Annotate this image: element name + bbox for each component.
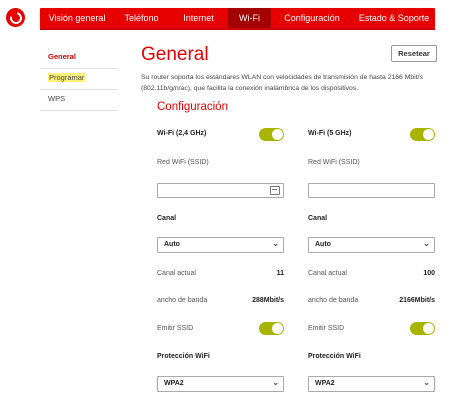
protection-label: Protección WiFi [308, 353, 361, 360]
wifi-5ghz-toggle[interactable] [410, 128, 435, 141]
current-channel-row: Canal actual 11 [157, 270, 284, 277]
sidebar-item-programar[interactable]: Programar [40, 69, 118, 90]
toggle-knob [423, 129, 434, 140]
protection-select-value: WPA2 [164, 380, 184, 387]
ssid-label: Red WiFi (SSID) [308, 159, 360, 166]
channel-label: Canal [157, 215, 177, 222]
tab-wifi[interactable]: Wi-Fi [228, 8, 271, 28]
channel-label: Canal [308, 215, 328, 222]
bandwidth-value: 2166Mbit/s [399, 297, 435, 304]
current-channel-label: Canal actual [308, 270, 347, 277]
broadcast-ssid-5ghz-toggle[interactable] [410, 322, 435, 335]
toggle-knob [423, 323, 434, 334]
toggle-knob [272, 323, 283, 334]
bandwidth-label: ancho de banda [157, 297, 208, 304]
protection-label: Protección WiFi [157, 353, 210, 360]
channel-select-5ghz[interactable]: Auto ⌄ [308, 237, 435, 253]
tab-internet[interactable]: Internet [169, 8, 228, 28]
protection-select-value: WPA2 [315, 380, 335, 387]
reset-button[interactable]: Resetear [391, 45, 437, 62]
sidebar-item-label: WPS [48, 94, 66, 103]
page-description: Su router soporta los estándares WLAN co… [141, 74, 423, 92]
wifi-24ghz-toggle[interactable] [259, 128, 284, 141]
ssid-input-24ghz[interactable] [157, 183, 284, 198]
bandwidth-row: ancho de banda 2166Mbit/s [308, 297, 435, 304]
sidebar-item-label: Programar [48, 73, 86, 82]
chevron-down-icon: ⌄ [423, 239, 430, 248]
channel-select-value: Auto [164, 241, 180, 248]
chevron-down-icon: ⌄ [272, 378, 279, 387]
channel-select-value: Auto [315, 241, 331, 248]
section-title: Configuración [157, 101, 228, 113]
bandwidth-value: 288Mbit/s [252, 297, 284, 304]
current-channel-value: 100 [423, 270, 435, 277]
keyboard-icon[interactable] [270, 186, 280, 195]
current-channel-row: Canal actual 100 [308, 270, 435, 277]
broadcast-ssid-24ghz-toggle[interactable] [259, 322, 284, 335]
current-channel-label: Canal actual [157, 270, 196, 277]
sidebar-item-label: General [48, 52, 76, 61]
tab-vision-general[interactable]: Visión general [40, 8, 114, 28]
top-navigation: Visión general Teléfono Internet Wi-Fi C… [40, 8, 435, 28]
tab-estado-soporte[interactable]: Estado & Soporte [353, 8, 435, 28]
toggle-knob [272, 129, 283, 140]
protection-select-5ghz[interactable]: WPA2 ⌄ [308, 376, 435, 392]
tab-telefono[interactable]: Teléfono [114, 8, 169, 28]
ssid-label: Red WiFi (SSID) [157, 159, 209, 166]
sidebar-item-wps[interactable]: WPS [40, 90, 118, 111]
bandwidth-row: ancho de banda 288Mbit/s [157, 297, 284, 304]
sidebar: General Programar WPS [40, 48, 118, 111]
tab-configuracion[interactable]: Configuración [271, 8, 353, 28]
chevron-down-icon: ⌄ [423, 378, 430, 387]
protection-select-24ghz[interactable]: WPA2 ⌄ [157, 376, 284, 392]
channel-select-24ghz[interactable]: Auto ⌄ [157, 237, 284, 253]
nav-underline [40, 28, 435, 30]
current-channel-value: 11 [276, 270, 284, 277]
logo-mark [7, 9, 24, 26]
page-title: General [141, 44, 209, 65]
vodafone-logo[interactable] [6, 8, 25, 27]
chevron-down-icon: ⌄ [272, 239, 279, 248]
sidebar-item-general[interactable]: General [40, 48, 118, 69]
ssid-input-5ghz[interactable] [308, 183, 435, 198]
bandwidth-label: ancho de banda [308, 297, 359, 304]
